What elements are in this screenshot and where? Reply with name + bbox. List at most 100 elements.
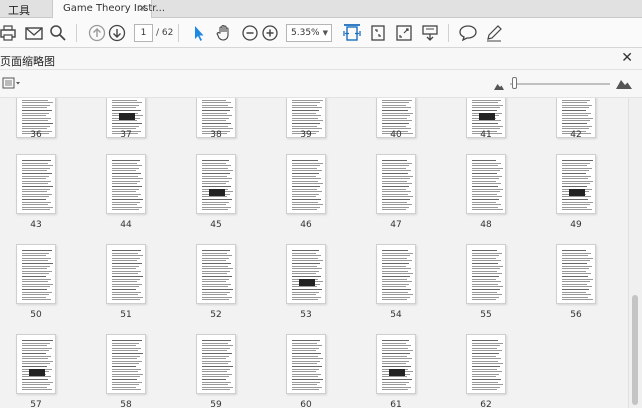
sign-icon[interactable] bbox=[484, 23, 504, 43]
page-thumbnail-image bbox=[16, 244, 56, 304]
zoom-select[interactable]: 5.35% ▼ bbox=[286, 24, 332, 42]
page-thumbnail[interactable] bbox=[286, 154, 326, 218]
page-number-label: 53 bbox=[300, 310, 312, 320]
tools-tab[interactable]: 工具 bbox=[8, 2, 30, 18]
page-total: / 62 bbox=[156, 28, 174, 38]
page-thumbnail[interactable] bbox=[376, 334, 416, 398]
page-number-label: 56 bbox=[570, 310, 582, 320]
page-thumbnail-image bbox=[286, 154, 326, 214]
page-thumbnail[interactable] bbox=[286, 244, 326, 308]
thumbnail-options-bar bbox=[0, 70, 642, 98]
page-thumbnail[interactable] bbox=[16, 244, 56, 308]
page-number-label: 37 bbox=[120, 130, 132, 140]
slider-handle[interactable] bbox=[512, 77, 517, 89]
page-number-label: 59 bbox=[210, 400, 222, 408]
print-icon[interactable] bbox=[0, 23, 18, 43]
page-thumbnail[interactable] bbox=[16, 154, 56, 218]
page-thumbnail[interactable] bbox=[106, 334, 146, 398]
page-number-label: 46 bbox=[300, 220, 312, 230]
page-thumbnail[interactable] bbox=[466, 334, 506, 398]
page-thumbnail-image bbox=[196, 154, 236, 214]
thumbnail-grid: 36 37 38 39 40 41 42 43 44 45 46 47 48 49 50 51 52 53 54 55… bbox=[0, 98, 642, 408]
search-icon[interactable] bbox=[48, 23, 68, 43]
thumbnail-options-icon[interactable] bbox=[2, 76, 22, 90]
page-thumbnail[interactable] bbox=[376, 154, 416, 218]
page-number-label: 51 bbox=[120, 310, 132, 320]
page-thumbnail-image bbox=[196, 244, 236, 304]
main-toolbar: 1 / 62 5.35% ▼ bbox=[0, 18, 642, 48]
page-thumbnail[interactable] bbox=[376, 244, 416, 308]
email-icon[interactable] bbox=[24, 23, 44, 43]
page-number-label: 47 bbox=[390, 220, 402, 230]
page-number-label: 54 bbox=[390, 310, 402, 320]
large-thumbnail-icon[interactable] bbox=[616, 77, 632, 92]
fit-width-icon[interactable] bbox=[342, 23, 362, 43]
zoom-out-icon[interactable] bbox=[240, 23, 260, 43]
vertical-scrollbar[interactable] bbox=[628, 98, 642, 408]
page-thumbnail-image bbox=[466, 244, 506, 304]
zoom-in-icon[interactable] bbox=[260, 23, 280, 43]
document-tab[interactable]: Game Theory Instr... × bbox=[52, 0, 165, 18]
comment-icon[interactable] bbox=[458, 23, 478, 43]
page-thumbnail[interactable] bbox=[286, 334, 326, 398]
page-number-label: 48 bbox=[480, 220, 492, 230]
close-tab-icon[interactable]: × bbox=[138, 1, 147, 14]
full-screen-icon[interactable] bbox=[394, 23, 414, 43]
toolbar-separator bbox=[178, 24, 179, 42]
small-thumbnail-icon[interactable] bbox=[494, 80, 504, 93]
page-thumbnail-image bbox=[556, 244, 596, 304]
close-panel-icon[interactable]: ✕ bbox=[621, 50, 633, 66]
page-thumbnail-image bbox=[106, 334, 146, 394]
page-thumbnail[interactable] bbox=[196, 154, 236, 218]
page-number-label: 50 bbox=[30, 310, 42, 320]
page-thumbnail-image bbox=[286, 334, 326, 394]
hand-icon[interactable] bbox=[214, 23, 234, 43]
thumbnails-panel-header: 页面缩略图 ✕ bbox=[0, 48, 642, 70]
page-down-icon[interactable] bbox=[107, 23, 127, 43]
page-thumbnail-image bbox=[106, 244, 146, 304]
page-number-label: 61 bbox=[390, 400, 402, 408]
page-up-icon[interactable] bbox=[87, 23, 107, 43]
page-number-label: 39 bbox=[300, 130, 312, 140]
page-number-label: 38 bbox=[210, 130, 222, 140]
page-thumbnail-image bbox=[16, 154, 56, 214]
page-thumbnail[interactable] bbox=[466, 154, 506, 218]
page-number-label: 45 bbox=[210, 220, 222, 230]
panel-title: 页面缩略图 bbox=[0, 55, 55, 68]
page-number-label: 57 bbox=[30, 400, 42, 408]
page-number-label: 41 bbox=[480, 130, 492, 140]
scrollbar-thumb[interactable] bbox=[632, 295, 638, 405]
page-thumbnail-image bbox=[286, 244, 326, 304]
page-number-label: 44 bbox=[120, 220, 132, 230]
page-thumbnail[interactable] bbox=[196, 244, 236, 308]
page-thumbnail-image bbox=[16, 334, 56, 394]
tab-bar: 工具 Game Theory Instr... × bbox=[0, 0, 642, 18]
page-number-label: 55 bbox=[480, 310, 492, 320]
page-thumbnail-image bbox=[556, 154, 596, 214]
page-thumbnail-image bbox=[466, 334, 506, 394]
page-thumbnail[interactable] bbox=[556, 154, 596, 218]
read-mode-icon[interactable] bbox=[420, 23, 440, 43]
page-thumbnail[interactable] bbox=[16, 334, 56, 398]
page-thumbnail[interactable] bbox=[556, 244, 596, 308]
select-arrow-icon[interactable] bbox=[189, 23, 209, 43]
page-thumbnail-image bbox=[376, 334, 416, 394]
page-thumbnail[interactable] bbox=[466, 244, 506, 308]
document-tab-title: Game Theory Instr... bbox=[63, 3, 166, 14]
page-thumbnail-image bbox=[376, 244, 416, 304]
page-thumbnail-image bbox=[466, 154, 506, 214]
page-thumbnail-image bbox=[376, 154, 416, 214]
page-number-label: 36 bbox=[30, 130, 42, 140]
page-number-label: 42 bbox=[570, 130, 582, 140]
page-thumbnail[interactable] bbox=[106, 154, 146, 218]
page-thumbnail[interactable] bbox=[196, 334, 236, 398]
page-number-input[interactable]: 1 bbox=[134, 24, 153, 42]
page-number-label: 58 bbox=[120, 400, 132, 408]
page-thumbnail-image bbox=[106, 154, 146, 214]
fit-page-icon[interactable] bbox=[368, 23, 388, 43]
zoom-value: 5.35% bbox=[291, 28, 320, 38]
thumbnail-size-slider[interactable] bbox=[510, 83, 610, 85]
page-number-label: 49 bbox=[570, 220, 582, 230]
page-thumbnail[interactable] bbox=[106, 244, 146, 308]
page-number-label: 60 bbox=[300, 400, 312, 408]
